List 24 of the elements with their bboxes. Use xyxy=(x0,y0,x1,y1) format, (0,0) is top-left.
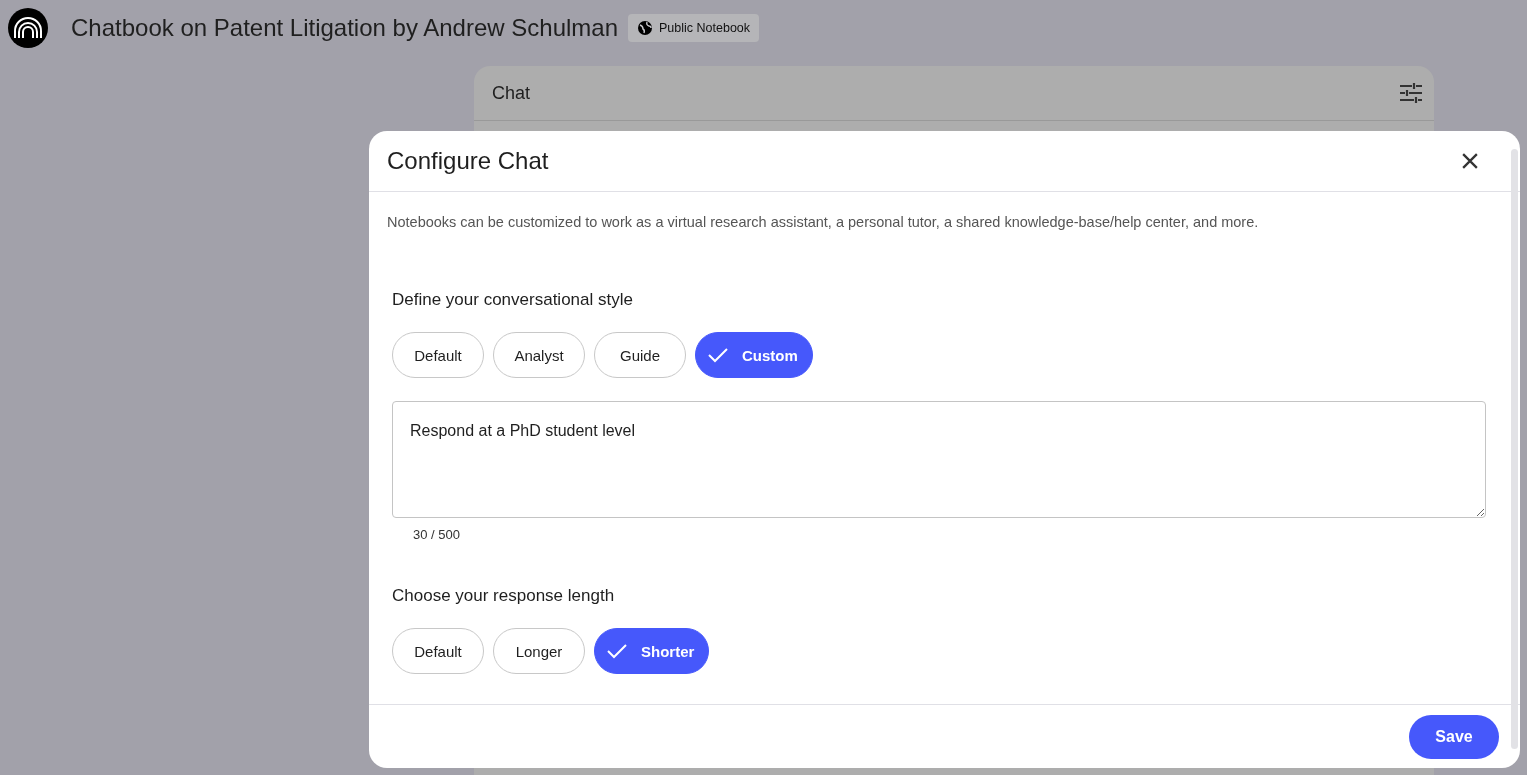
dialog-title: Configure Chat xyxy=(387,147,549,175)
save-button[interactable]: Save xyxy=(1409,714,1499,759)
chat-title: Chat xyxy=(492,82,531,104)
public-notebook-badge: Public Notebook xyxy=(628,14,760,42)
option-chip[interactable]: Guide xyxy=(594,332,686,378)
option-chip[interactable]: Default xyxy=(392,332,484,378)
section-heading: Choose your response length xyxy=(392,586,616,606)
checkmark-icon xyxy=(708,347,728,363)
custom-style-field[interactable]: Respond at a PhD student level xyxy=(392,401,1486,518)
settings-sliders-icon[interactable] xyxy=(1400,83,1422,103)
option-chip[interactable]: Analyst xyxy=(493,332,585,378)
checkmark-icon xyxy=(607,643,627,659)
section-heading: Define your conversational style xyxy=(392,290,634,310)
option-chip[interactable]: Default xyxy=(392,628,484,674)
globe-icon xyxy=(637,20,654,36)
option-chip[interactable]: Custom xyxy=(695,332,813,378)
logo-icon xyxy=(8,8,48,48)
notebook-title: Chatbook on Patent Litigation by Andrew Schulman xyxy=(71,14,619,42)
scrollbar[interactable] xyxy=(1511,149,1518,749)
dialog-description: Notebooks can be customized to work as a virtual research assistant, a personal tutor, a shared knowledge-base/help center, and more. xyxy=(387,214,1260,230)
option-chip[interactable]: Shorter xyxy=(594,628,710,674)
close-button[interactable] xyxy=(1460,151,1480,171)
option-chip[interactable]: Longer xyxy=(493,628,585,674)
character-counter: 30 / 500 xyxy=(413,527,461,542)
